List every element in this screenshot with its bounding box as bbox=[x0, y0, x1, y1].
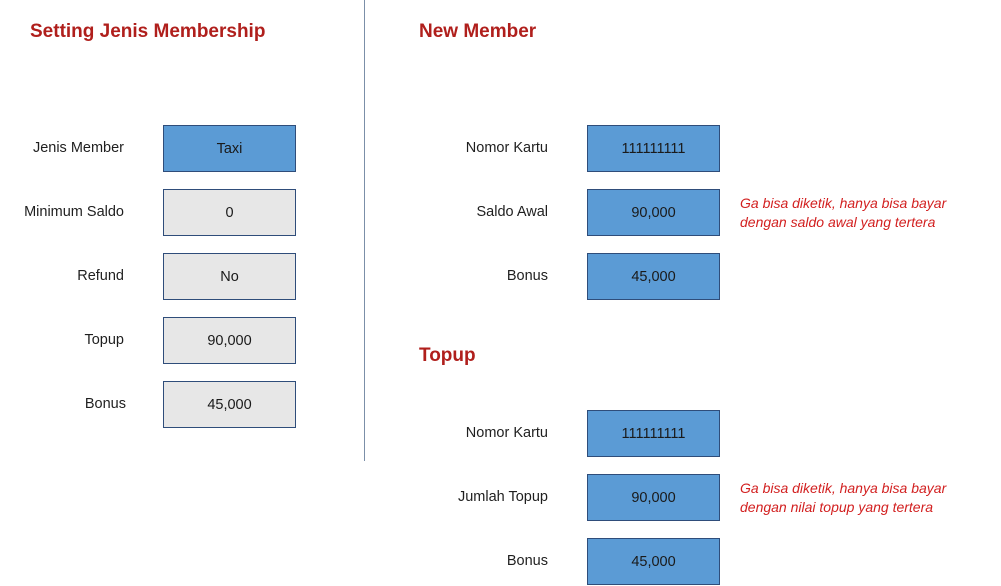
topup-setting-field[interactable]: 90,000 bbox=[163, 317, 296, 364]
new-member-title: New Member bbox=[419, 21, 537, 42]
minimum-saldo-label: Minimum Saldo bbox=[24, 204, 124, 220]
topup-bonus-field[interactable]: 45,000 bbox=[587, 538, 720, 585]
saldo-awal-label: Saldo Awal bbox=[476, 204, 548, 220]
jumlah-topup-note-line-2: dengan nilai topup yang tertera bbox=[740, 499, 934, 515]
jumlah-topup-note-line-1: Ga bisa diketik, hanya bisa bayar bbox=[740, 480, 947, 496]
jenis-member-field[interactable]: Taxi bbox=[163, 125, 296, 172]
jumlah-topup-field[interactable]: 90,000 bbox=[587, 474, 720, 521]
minimum-saldo-field[interactable]: 0 bbox=[163, 189, 296, 236]
setting-membership-title: Setting Jenis Membership bbox=[30, 21, 266, 42]
jumlah-topup-label: Jumlah Topup bbox=[457, 489, 548, 505]
topup-setting-label: Topup bbox=[84, 332, 124, 348]
vertical-divider bbox=[364, 0, 365, 461]
nomor-kartu-label: Nomor Kartu bbox=[465, 140, 548, 156]
topup-bonus-label: Bonus bbox=[506, 553, 548, 569]
nomor-kartu-field[interactable]: 111111111 bbox=[587, 125, 720, 172]
bonus-new-member-label: Bonus bbox=[506, 268, 548, 284]
topup-nomor-kartu-field[interactable]: 111111111 bbox=[587, 410, 720, 457]
saldo-awal-note-line-1: Ga bisa diketik, hanya bisa bayar bbox=[740, 195, 947, 211]
bonus-setting-field[interactable]: 45,000 bbox=[163, 381, 296, 428]
bonus-new-member-field[interactable]: 45,000 bbox=[587, 253, 720, 300]
bonus-setting-label: Bonus bbox=[84, 396, 126, 412]
jumlah-topup-note: Ga bisa diketik, hanya bisa bayar dengan… bbox=[740, 479, 946, 517]
refund-field[interactable]: No bbox=[163, 253, 296, 300]
saldo-awal-note: Ga bisa diketik, hanya bisa bayar dengan… bbox=[740, 194, 946, 232]
topup-title: Topup bbox=[419, 345, 476, 366]
refund-label: Refund bbox=[77, 268, 124, 284]
saldo-awal-note-line-2: dengan saldo awal yang tertera bbox=[740, 214, 936, 230]
topup-nomor-kartu-label: Nomor Kartu bbox=[465, 425, 548, 441]
jenis-member-label: Jenis Member bbox=[32, 140, 124, 156]
saldo-awal-field[interactable]: 90,000 bbox=[587, 189, 720, 236]
